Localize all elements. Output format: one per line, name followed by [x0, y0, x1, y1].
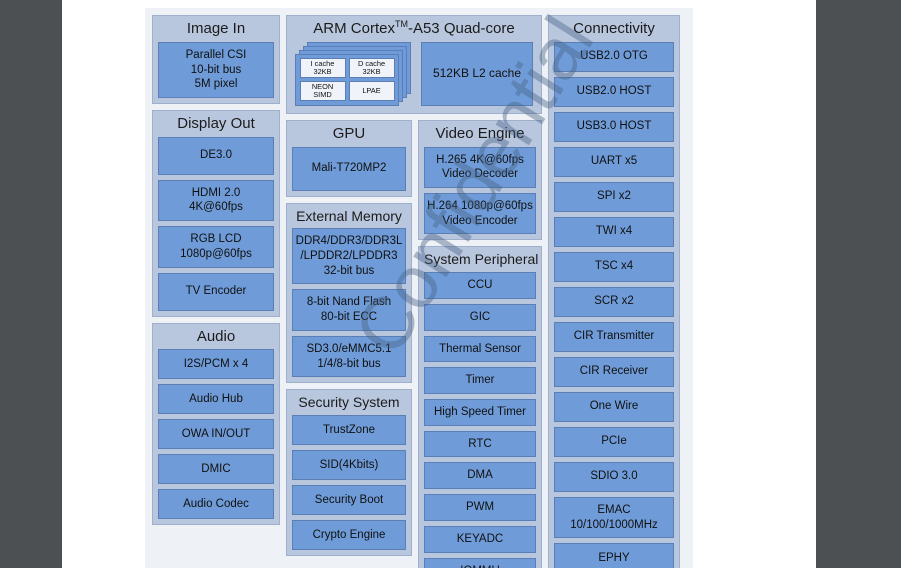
group-title-video-engine: Video Engine: [435, 124, 525, 142]
column-center-wrapper: ARM CortexTM-A53 Quad-core I cache 32KB …: [286, 15, 542, 568]
block-trustzone[interactable]: TrustZone: [292, 414, 406, 445]
block-gic[interactable]: GIC: [424, 303, 536, 331]
block-scr-x2[interactable]: SCR x2: [554, 286, 674, 317]
block-pcie[interactable]: PCIe: [554, 426, 674, 457]
block-high-speed-timer[interactable]: High Speed Timer: [424, 399, 536, 426]
core-feature-d-cache: D cache 32KB: [348, 58, 395, 79]
block-one-wire[interactable]: One Wire: [554, 391, 674, 422]
group-title-connectivity: Connectivity: [573, 20, 655, 37]
block-audio-hub[interactable]: Audio Hub: [158, 384, 274, 415]
block-l2-cache[interactable]: 512KB L2 cache: [421, 41, 533, 106]
block-uart-x5[interactable]: UART x5: [554, 146, 674, 177]
block-sid-4kbits[interactable]: SID(4Kbits): [292, 449, 406, 480]
block-crypto-engine[interactable]: Crypto Engine: [292, 519, 406, 550]
center-subcolumns: GPU Mali-T720MP2 External Memory DDR4/DD…: [286, 119, 542, 568]
group-security-system: Security System TrustZone SID(4Kbits) Se…: [286, 389, 412, 556]
block-usb20-otg[interactable]: USB2.0 OTG: [554, 41, 674, 72]
block-twi-x4[interactable]: TWI x4: [554, 216, 674, 247]
block-security-boot[interactable]: Security Boot: [292, 484, 406, 515]
block-ephy[interactable]: EPHY: [554, 543, 674, 568]
block-rtc[interactable]: RTC: [424, 430, 536, 458]
group-blocks-system-peripheral: CCU GIC Thermal Sensor Timer High Speed …: [424, 272, 536, 568]
block-tv-encoder[interactable]: TV Encoder: [158, 272, 274, 311]
group-blocks-external-memory: DDR4/DDR3/DDR3L /LPDDR2/LPDDR3 32-bit bu…: [292, 228, 406, 378]
core-feature-lpae: LPAE: [348, 81, 395, 102]
group-title-security-system: Security System: [298, 394, 400, 411]
cpu-title-post: -A53 Quad-core: [407, 20, 515, 37]
group-external-memory: External Memory DDR4/DDR3/DDR3L /LPDDR2/…: [286, 202, 412, 384]
group-title-system-peripheral: System Peripheral: [424, 251, 539, 268]
block-tsc-x4[interactable]: TSC x4: [554, 251, 674, 282]
column-center-left: GPU Mali-T720MP2 External Memory DDR4/DD…: [286, 119, 412, 568]
group-display-out: Display Out DE3.0 HDMI 2.0 4K@60fps RGB …: [152, 109, 280, 317]
group-title-display-out: Display Out: [177, 114, 255, 132]
block-de30[interactable]: DE3.0: [158, 136, 274, 175]
block-parallel-csi[interactable]: Parallel CSI 10-bit bus 5M pixel: [158, 41, 274, 98]
block-keyadc[interactable]: KEYADC: [424, 525, 536, 553]
block-sdio-30[interactable]: SDIO 3.0: [554, 461, 674, 492]
block-i2s-pcm[interactable]: I2S/PCM x 4: [158, 349, 274, 380]
group-gpu: GPU Mali-T720MP2: [286, 119, 412, 197]
block-timer[interactable]: Timer: [424, 367, 536, 395]
block-cir-receiver[interactable]: CIR Receiver: [554, 356, 674, 387]
cpu-contents: I cache 32KB D cache 32KB NEON SIMD LPAE…: [292, 41, 536, 108]
right-edge-bar: [816, 0, 901, 568]
group-title-gpu: GPU: [332, 124, 366, 142]
group-title-arm-cortex-a53: ARM CortexTM-A53 Quad-core: [292, 20, 536, 42]
cpu-core-stack: I cache 32KB D cache 32KB NEON SIMD LPAE: [295, 41, 413, 106]
group-image-in: Image In Parallel CSI 10-bit bus 5M pixe…: [152, 15, 280, 104]
column-right: Connectivity USB2.0 OTG USB2.0 HOST USB3…: [548, 15, 680, 568]
core-feature-neon-simd: NEON SIMD: [299, 81, 346, 102]
block-h264-encoder[interactable]: H.264 1080p@60fps Video Encoder: [424, 193, 536, 235]
block-ddr[interactable]: DDR4/DDR3/DDR3L /LPDDR2/LPDDR3 32-bit bu…: [292, 228, 406, 285]
screenshot-root: Confidential Image In Parallel CSI 10-bi…: [0, 0, 901, 568]
block-thermal-sensor[interactable]: Thermal Sensor: [424, 335, 536, 363]
group-blocks-gpu: Mali-T720MP2: [292, 146, 406, 191]
group-title-external-memory: External Memory: [296, 207, 402, 224]
block-pwm[interactable]: PWM: [424, 494, 536, 521]
core-feature-i-cache: I cache 32KB: [299, 58, 346, 79]
left-edge-bar: [0, 0, 62, 568]
group-blocks-video-engine: H.265 4K@60fps Video Decoder H.264 1080p…: [424, 146, 536, 235]
group-blocks-security-system: TrustZone SID(4Kbits) Security Boot Cryp…: [292, 414, 406, 550]
group-connectivity: Connectivity USB2.0 OTG USB2.0 HOST USB3…: [548, 15, 680, 568]
block-hdmi-20[interactable]: HDMI 2.0 4K@60fps: [158, 179, 274, 222]
group-system-peripheral: System Peripheral CCU GIC Thermal Sensor…: [418, 246, 542, 568]
block-sd-emmc[interactable]: SD3.0/eMMC5.1 1/4/8-bit bus: [292, 335, 406, 378]
block-spi-x2[interactable]: SPI x2: [554, 181, 674, 212]
block-audio-codec[interactable]: Audio Codec: [158, 489, 274, 520]
block-cir-transmitter[interactable]: CIR Transmitter: [554, 321, 674, 352]
block-dma[interactable]: DMA: [424, 462, 536, 490]
group-title-image-in: Image In: [186, 20, 246, 37]
block-owa-in-out[interactable]: OWA IN/OUT: [158, 419, 274, 450]
group-blocks-connectivity: USB2.0 OTG USB2.0 HOST USB3.0 HOST UART …: [554, 41, 674, 568]
column-left: Image In Parallel CSI 10-bit bus 5M pixe…: [152, 15, 280, 568]
block-rgb-lcd[interactable]: RGB LCD 1080p@60fps: [158, 226, 274, 268]
block-iommu[interactable]: IOMMU: [424, 557, 536, 568]
group-title-audio: Audio: [196, 327, 236, 345]
cpu-core-1[interactable]: I cache 32KB D cache 32KB NEON SIMD LPAE: [295, 53, 399, 106]
group-blocks-image-in: Parallel CSI 10-bit bus 5M pixel: [158, 41, 274, 98]
cpu-title-pre: ARM Cortex: [313, 20, 395, 37]
column-center-right: Video Engine H.265 4K@60fps Video Decode…: [418, 119, 542, 568]
group-blocks-audio: I2S/PCM x 4 Audio Hub OWA IN/OUT DMIC Au…: [158, 349, 274, 520]
group-audio: Audio I2S/PCM x 4 Audio Hub OWA IN/OUT D…: [152, 322, 280, 526]
group-arm-cortex-a53: ARM CortexTM-A53 Quad-core I cache 32KB …: [286, 15, 542, 114]
block-usb30-host[interactable]: USB3.0 HOST: [554, 111, 674, 142]
block-h265-decoder[interactable]: H.265 4K@60fps Video Decoder: [424, 146, 536, 189]
block-mali-t720mp2[interactable]: Mali-T720MP2: [292, 146, 406, 191]
group-blocks-display-out: DE3.0 HDMI 2.0 4K@60fps RGB LCD 1080p@60…: [158, 136, 274, 311]
block-emac[interactable]: EMAC 10/100/1000MHz: [554, 496, 674, 539]
block-dmic[interactable]: DMIC: [158, 454, 274, 485]
block-usb20-host[interactable]: USB2.0 HOST: [554, 76, 674, 107]
block-diagram-panel: Confidential Image In Parallel CSI 10-bi…: [145, 8, 693, 568]
block-ccu[interactable]: CCU: [424, 272, 536, 299]
block-nand-flash[interactable]: 8-bit Nand Flash 80-bit ECC: [292, 289, 406, 331]
cpu-title-trademark: TM: [394, 19, 408, 29]
diagram-grid: Image In Parallel CSI 10-bit bus 5M pixe…: [152, 15, 686, 568]
group-video-engine: Video Engine H.265 4K@60fps Video Decode…: [418, 119, 542, 241]
